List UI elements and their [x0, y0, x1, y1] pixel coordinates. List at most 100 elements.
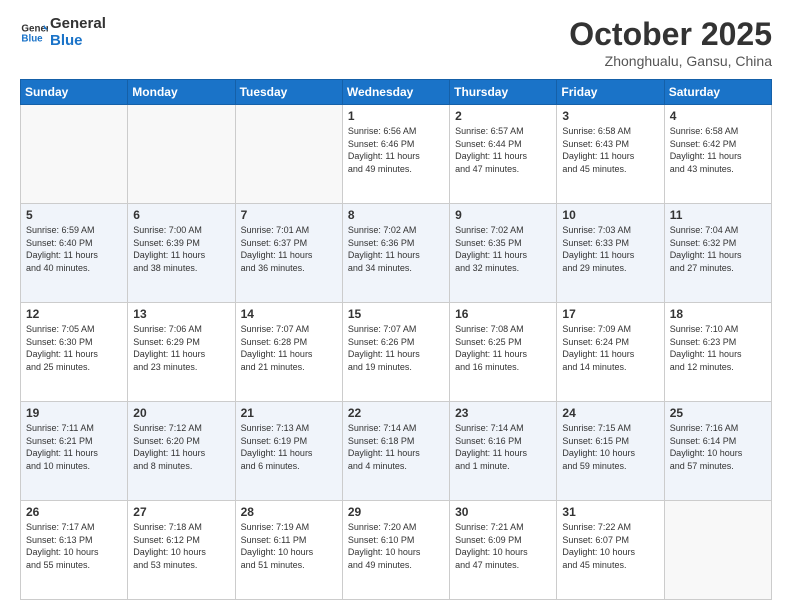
- col-wednesday: Wednesday: [342, 80, 449, 105]
- calendar-cell: [128, 105, 235, 204]
- logo: General Blue General Blue: [20, 16, 106, 49]
- day-info: Sunrise: 7:05 AM Sunset: 6:30 PM Dayligh…: [26, 323, 122, 373]
- calendar-cell: [664, 501, 771, 600]
- calendar-cell: 2 Sunrise: 6:57 AM Sunset: 6:44 PM Daylig…: [450, 105, 557, 204]
- calendar-cell: 28 Sunrise: 7:19 AM Sunset: 6:11 PM Dayli…: [235, 501, 342, 600]
- month-title: October 2025: [569, 16, 772, 53]
- day-number: 5: [26, 208, 122, 222]
- calendar-cell: 5 Sunrise: 6:59 AM Sunset: 6:40 PM Daylig…: [21, 204, 128, 303]
- day-info: Sunrise: 7:03 AM Sunset: 6:33 PM Dayligh…: [562, 224, 658, 274]
- day-info: Sunrise: 6:58 AM Sunset: 6:43 PM Dayligh…: [562, 125, 658, 175]
- day-number: 30: [455, 505, 551, 519]
- calendar-cell: 11 Sunrise: 7:04 AM Sunset: 6:32 PM Dayli…: [664, 204, 771, 303]
- day-info: Sunrise: 7:09 AM Sunset: 6:24 PM Dayligh…: [562, 323, 658, 373]
- calendar-cell: 12 Sunrise: 7:05 AM Sunset: 6:30 PM Dayli…: [21, 303, 128, 402]
- day-number: 17: [562, 307, 658, 321]
- day-info: Sunrise: 7:12 AM Sunset: 6:20 PM Dayligh…: [133, 422, 229, 472]
- calendar-cell: 22 Sunrise: 7:14 AM Sunset: 6:18 PM Dayli…: [342, 402, 449, 501]
- day-info: Sunrise: 7:17 AM Sunset: 6:13 PM Dayligh…: [26, 521, 122, 571]
- calendar: Sunday Monday Tuesday Wednesday Thursday…: [20, 79, 772, 600]
- day-info: Sunrise: 6:59 AM Sunset: 6:40 PM Dayligh…: [26, 224, 122, 274]
- day-number: 8: [348, 208, 444, 222]
- day-info: Sunrise: 6:57 AM Sunset: 6:44 PM Dayligh…: [455, 125, 551, 175]
- day-number: 25: [670, 406, 766, 420]
- day-info: Sunrise: 7:08 AM Sunset: 6:25 PM Dayligh…: [455, 323, 551, 373]
- calendar-cell: [21, 105, 128, 204]
- day-number: 1: [348, 109, 444, 123]
- day-number: 16: [455, 307, 551, 321]
- calendar-cell: 10 Sunrise: 7:03 AM Sunset: 6:33 PM Dayli…: [557, 204, 664, 303]
- calendar-row-2: 5 Sunrise: 6:59 AM Sunset: 6:40 PM Daylig…: [21, 204, 772, 303]
- calendar-cell: 20 Sunrise: 7:12 AM Sunset: 6:20 PM Dayli…: [128, 402, 235, 501]
- day-info: Sunrise: 7:13 AM Sunset: 6:19 PM Dayligh…: [241, 422, 337, 472]
- calendar-cell: 13 Sunrise: 7:06 AM Sunset: 6:29 PM Dayli…: [128, 303, 235, 402]
- calendar-cell: [235, 105, 342, 204]
- day-info: Sunrise: 7:11 AM Sunset: 6:21 PM Dayligh…: [26, 422, 122, 472]
- calendar-row-3: 12 Sunrise: 7:05 AM Sunset: 6:30 PM Dayli…: [21, 303, 772, 402]
- day-info: Sunrise: 7:22 AM Sunset: 6:07 PM Dayligh…: [562, 521, 658, 571]
- day-info: Sunrise: 7:07 AM Sunset: 6:26 PM Dayligh…: [348, 323, 444, 373]
- day-number: 9: [455, 208, 551, 222]
- day-info: Sunrise: 7:14 AM Sunset: 6:18 PM Dayligh…: [348, 422, 444, 472]
- day-number: 6: [133, 208, 229, 222]
- day-info: Sunrise: 7:19 AM Sunset: 6:11 PM Dayligh…: [241, 521, 337, 571]
- title-block: October 2025 Zhonghualu, Gansu, China: [569, 16, 772, 69]
- day-info: Sunrise: 7:00 AM Sunset: 6:39 PM Dayligh…: [133, 224, 229, 274]
- day-number: 21: [241, 406, 337, 420]
- calendar-cell: 21 Sunrise: 7:13 AM Sunset: 6:19 PM Dayli…: [235, 402, 342, 501]
- day-info: Sunrise: 7:20 AM Sunset: 6:10 PM Dayligh…: [348, 521, 444, 571]
- logo-line1: General: [50, 16, 106, 33]
- day-number: 14: [241, 307, 337, 321]
- page: General Blue General Blue October 2025 Z…: [0, 0, 792, 612]
- day-info: Sunrise: 7:02 AM Sunset: 6:35 PM Dayligh…: [455, 224, 551, 274]
- day-number: 11: [670, 208, 766, 222]
- calendar-cell: 31 Sunrise: 7:22 AM Sunset: 6:07 PM Dayli…: [557, 501, 664, 600]
- col-sunday: Sunday: [21, 80, 128, 105]
- day-info: Sunrise: 7:07 AM Sunset: 6:28 PM Dayligh…: [241, 323, 337, 373]
- logo-line2: Blue: [50, 33, 106, 50]
- day-number: 26: [26, 505, 122, 519]
- day-number: 2: [455, 109, 551, 123]
- day-number: 27: [133, 505, 229, 519]
- day-number: 31: [562, 505, 658, 519]
- calendar-row-5: 26 Sunrise: 7:17 AM Sunset: 6:13 PM Dayli…: [21, 501, 772, 600]
- day-number: 13: [133, 307, 229, 321]
- day-info: Sunrise: 7:04 AM Sunset: 6:32 PM Dayligh…: [670, 224, 766, 274]
- day-number: 22: [348, 406, 444, 420]
- location: Zhonghualu, Gansu, China: [569, 53, 772, 69]
- col-monday: Monday: [128, 80, 235, 105]
- day-number: 19: [26, 406, 122, 420]
- day-number: 28: [241, 505, 337, 519]
- day-number: 3: [562, 109, 658, 123]
- day-number: 7: [241, 208, 337, 222]
- calendar-cell: 17 Sunrise: 7:09 AM Sunset: 6:24 PM Dayli…: [557, 303, 664, 402]
- calendar-cell: 19 Sunrise: 7:11 AM Sunset: 6:21 PM Dayli…: [21, 402, 128, 501]
- logo-icon: General Blue: [20, 19, 48, 47]
- col-saturday: Saturday: [664, 80, 771, 105]
- calendar-cell: 30Sunrise: 7:21 AM Sunset: 6:09 PM Dayli…: [450, 501, 557, 600]
- day-info: Sunrise: 7:14 AM Sunset: 6:16 PM Dayligh…: [455, 422, 551, 472]
- day-number: 10: [562, 208, 658, 222]
- calendar-cell: 18Sunrise: 7:10 AM Sunset: 6:23 PM Dayli…: [664, 303, 771, 402]
- calendar-cell: 27Sunrise: 7:18 AM Sunset: 6:12 PM Dayli…: [128, 501, 235, 600]
- calendar-cell: 1Sunrise: 6:56 AM Sunset: 6:46 PM Daylig…: [342, 105, 449, 204]
- svg-text:Blue: Blue: [21, 33, 43, 44]
- calendar-cell: 6 Sunrise: 7:00 AM Sunset: 6:39 PM Daylig…: [128, 204, 235, 303]
- day-info: Sunrise: 7:10 AM Sunset: 6:23 PM Dayligh…: [670, 323, 766, 373]
- calendar-cell: 16 Sunrise: 7:08 AM Sunset: 6:25 PM Dayli…: [450, 303, 557, 402]
- day-number: 12: [26, 307, 122, 321]
- day-info: Sunrise: 7:15 AM Sunset: 6:15 PM Dayligh…: [562, 422, 658, 472]
- day-info: Sunrise: 7:06 AM Sunset: 6:29 PM Dayligh…: [133, 323, 229, 373]
- calendar-cell: 29 Sunrise: 7:20 AM Sunset: 6:10 PM Dayli…: [342, 501, 449, 600]
- day-info: Sunrise: 6:58 AM Sunset: 6:42 PM Dayligh…: [670, 125, 766, 175]
- day-number: 24: [562, 406, 658, 420]
- day-number: 23: [455, 406, 551, 420]
- calendar-cell: 23 Sunrise: 7:14 AM Sunset: 6:16 PM Dayli…: [450, 402, 557, 501]
- day-info: Sunrise: 7:01 AM Sunset: 6:37 PM Dayligh…: [241, 224, 337, 274]
- day-number: 20: [133, 406, 229, 420]
- day-number: 29: [348, 505, 444, 519]
- day-info: Sunrise: 7:16 AM Sunset: 6:14 PM Dayligh…: [670, 422, 766, 472]
- col-thursday: Thursday: [450, 80, 557, 105]
- col-friday: Friday: [557, 80, 664, 105]
- day-info: Sunrise: 7:02 AM Sunset: 6:36 PM Dayligh…: [348, 224, 444, 274]
